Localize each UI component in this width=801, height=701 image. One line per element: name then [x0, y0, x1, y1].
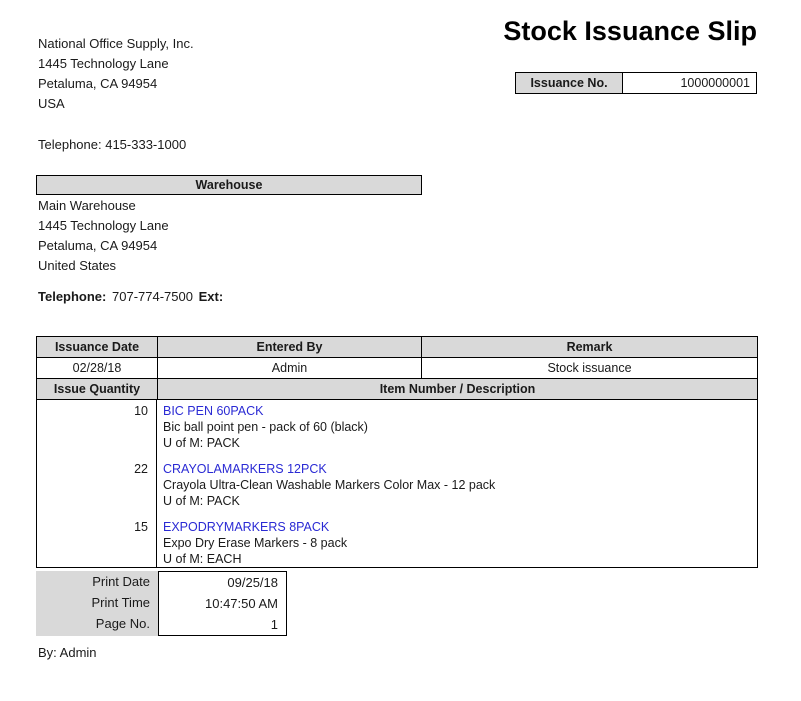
header-issuance-date: Issuance Date	[37, 337, 158, 358]
print-date-label: Print Date	[36, 571, 158, 592]
company-phone: Telephone: 415-333-1000	[38, 135, 186, 155]
header-item-description: Item Number / Description	[158, 379, 758, 400]
warehouse-name: Main Warehouse	[38, 196, 169, 216]
item-uom: U of M: PACK	[163, 435, 757, 451]
issuance-number-box: Issuance No. 1000000001	[515, 72, 757, 94]
print-info-box: Print Date Print Time Page No. 09/25/18 …	[36, 571, 287, 636]
page-no-value: 1	[159, 614, 286, 635]
warehouse-address: 1445 Technology Lane	[38, 216, 169, 236]
item-uom: U of M: EACH	[163, 551, 757, 567]
company-address: 1445 Technology Lane	[38, 54, 194, 74]
print-date-value: 09/25/18	[159, 572, 286, 593]
item-description: Expo Dry Erase Markers - 8 pack	[163, 535, 757, 551]
page-title: Stock Issuance Slip	[300, 16, 757, 47]
warehouse-phone-line: Telephone: 707-774-7500 Ext:	[38, 287, 225, 307]
issuance-table: Issuance Date Entered By Remark 02/28/18…	[36, 336, 758, 568]
item-number-link[interactable]: EXPODRYMARKERS 8PACK	[163, 519, 757, 535]
items-header-row: Issue Quantity Item Number / Description	[37, 379, 758, 400]
company-city: Petaluma, CA 94954	[38, 74, 194, 94]
quantity-column: 10 22 15	[37, 400, 157, 567]
value-issuance-date: 02/28/18	[37, 358, 158, 379]
page-no-label: Page No.	[36, 613, 158, 634]
value-entered-by: Admin	[158, 358, 422, 379]
item-quantity: 15	[37, 516, 156, 568]
item-row: EXPODRYMARKERS 8PACK Expo Dry Erase Mark…	[163, 519, 757, 567]
company-country: USA	[38, 94, 194, 114]
item-number-link[interactable]: BIC PEN 60PACK	[163, 403, 757, 419]
items-area: 10 22 15 BIC PEN 60PACK Bic ball point p…	[37, 400, 758, 568]
description-column: BIC PEN 60PACK Bic ball point pen - pack…	[157, 400, 757, 567]
header-entered-by: Entered By	[158, 337, 422, 358]
stock-issuance-slip-page: National Office Supply, Inc. 1445 Techno…	[0, 0, 801, 701]
item-uom: U of M: PACK	[163, 493, 757, 509]
item-quantity: 22	[37, 458, 156, 516]
company-info-block: National Office Supply, Inc. 1445 Techno…	[38, 34, 194, 114]
warehouse-section-header: Warehouse	[36, 175, 422, 195]
company-name: National Office Supply, Inc.	[38, 34, 194, 54]
warehouse-address-block: Main Warehouse 1445 Technology Lane Peta…	[38, 196, 169, 276]
print-time-label: Print Time	[36, 592, 158, 613]
info-header-row: Issuance Date Entered By Remark	[37, 337, 758, 358]
issuance-number-value: 1000000001	[623, 73, 756, 93]
warehouse-country: United States	[38, 256, 169, 276]
issuance-number-label: Issuance No.	[516, 73, 623, 93]
warehouse-city: Petaluma, CA 94954	[38, 236, 169, 256]
value-remark: Stock issuance	[422, 358, 758, 379]
item-row: BIC PEN 60PACK Bic ball point pen - pack…	[163, 403, 757, 451]
item-quantity: 10	[37, 400, 156, 458]
item-row: CRAYOLAMARKERS 12PCK Crayola Ultra-Clean…	[163, 461, 757, 509]
warehouse-ext-label: Ext:	[199, 289, 224, 304]
print-time-value: 10:47:50 AM	[159, 593, 286, 614]
issued-by-line: By: Admin	[38, 643, 97, 663]
print-info-values: 09/25/18 10:47:50 AM 1	[158, 571, 287, 636]
items-body-row: 10 22 15 BIC PEN 60PACK Bic ball point p…	[37, 400, 758, 568]
warehouse-phone-label: Telephone:	[38, 289, 106, 304]
item-description: Crayola Ultra-Clean Washable Markers Col…	[163, 477, 757, 493]
warehouse-phone-value: 707-774-7500	[112, 289, 193, 304]
item-description: Bic ball point pen - pack of 60 (black)	[163, 419, 757, 435]
item-number-link[interactable]: CRAYOLAMARKERS 12PCK	[163, 461, 757, 477]
info-value-row: 02/28/18 Admin Stock issuance	[37, 358, 758, 379]
header-issue-quantity: Issue Quantity	[37, 379, 158, 400]
header-remark: Remark	[422, 337, 758, 358]
print-info-labels: Print Date Print Time Page No.	[36, 571, 158, 636]
